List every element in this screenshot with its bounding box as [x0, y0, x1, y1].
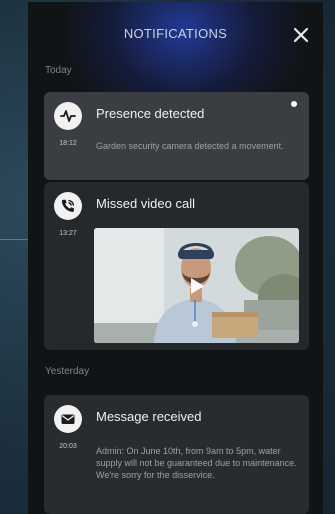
notification-title: Presence detected: [96, 106, 205, 121]
notification-icon: [54, 192, 82, 220]
phone-call-icon: [61, 199, 75, 212]
notification-time: 20:03: [59, 443, 77, 450]
video-thumbnail[interactable]: [94, 228, 299, 343]
close-button[interactable]: [290, 24, 312, 46]
section-label-yesterday: Yesterday: [45, 366, 90, 377]
play-icon: [191, 278, 204, 294]
notifications-panel: NOTIFICATIONS Today 18:12 Presence detec…: [28, 2, 323, 514]
notification-icon: [54, 405, 82, 433]
notification-message[interactable]: 20:03 Message received Admin: On June 10…: [44, 395, 309, 514]
activity-pulse-icon: [60, 110, 76, 122]
notification-time: 18:12: [59, 140, 77, 147]
unread-indicator: [291, 101, 297, 107]
notification-title: Missed video call: [96, 196, 195, 211]
play-button[interactable]: [184, 274, 208, 298]
close-icon: [293, 27, 309, 43]
panel-title: NOTIFICATIONS: [123, 26, 228, 41]
notification-title: Message received: [96, 409, 202, 424]
notification-body: Garden security camera detected a moveme…: [96, 141, 284, 151]
notification-presence[interactable]: 18:12 Presence detected Garden security …: [44, 92, 309, 180]
envelope-icon: [61, 414, 75, 424]
panel-header: NOTIFICATIONS: [28, 2, 323, 64]
notification-body: Admin: On June 10th, from 9am to 5pm, wa…: [96, 446, 297, 480]
section-label-today: Today: [45, 65, 72, 76]
background-divider: [0, 239, 28, 240]
notification-icon: [54, 102, 82, 130]
notification-missed-call[interactable]: 13:27 Missed video call: [44, 182, 309, 350]
notification-time: 13:27: [59, 230, 77, 237]
